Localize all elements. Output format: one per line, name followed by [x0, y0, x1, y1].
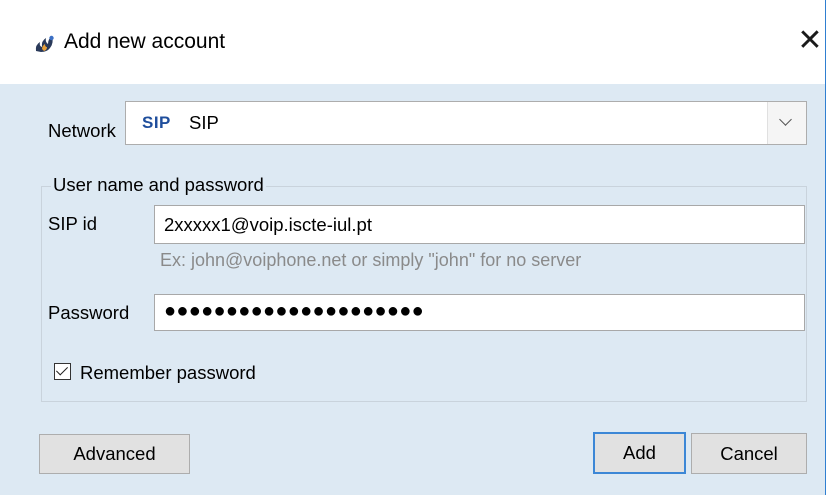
checkmark-icon	[55, 363, 69, 376]
sip-id-hint: Ex: john@voiphone.net or simply "john" f…	[160, 250, 582, 270]
add-button[interactable]: Add	[593, 432, 686, 474]
network-select[interactable]: SIP SIP	[125, 101, 807, 145]
sip-id-label: SIP id	[48, 213, 98, 234]
remember-password-label[interactable]: Remember password	[80, 362, 256, 384]
sip-id-input[interactable]: 2xxxxx1@voip.iscte-iul.pt	[154, 205, 805, 244]
chevron-down-icon	[779, 113, 792, 126]
password-input[interactable]: ●●●●●●●●●●●●●●●●●●●●●	[154, 294, 805, 331]
close-button[interactable]: ✕	[795, 24, 825, 58]
cancel-button[interactable]: Cancel	[691, 433, 807, 474]
sip-logo-icon: SIP	[142, 113, 171, 132]
advanced-button[interactable]: Advanced	[39, 434, 190, 474]
title-bar: Add new account ✕	[0, 0, 826, 84]
dropdown-button[interactable]	[767, 102, 806, 144]
password-label: Password	[48, 302, 130, 323]
window-title: Add new account	[64, 30, 226, 53]
flame-app-icon	[35, 35, 54, 52]
network-label: Network	[48, 120, 116, 141]
network-selected-value: SIP	[189, 112, 219, 133]
remember-password-checkbox[interactable]	[54, 363, 71, 380]
credentials-group-label: User name and password	[51, 174, 266, 196]
